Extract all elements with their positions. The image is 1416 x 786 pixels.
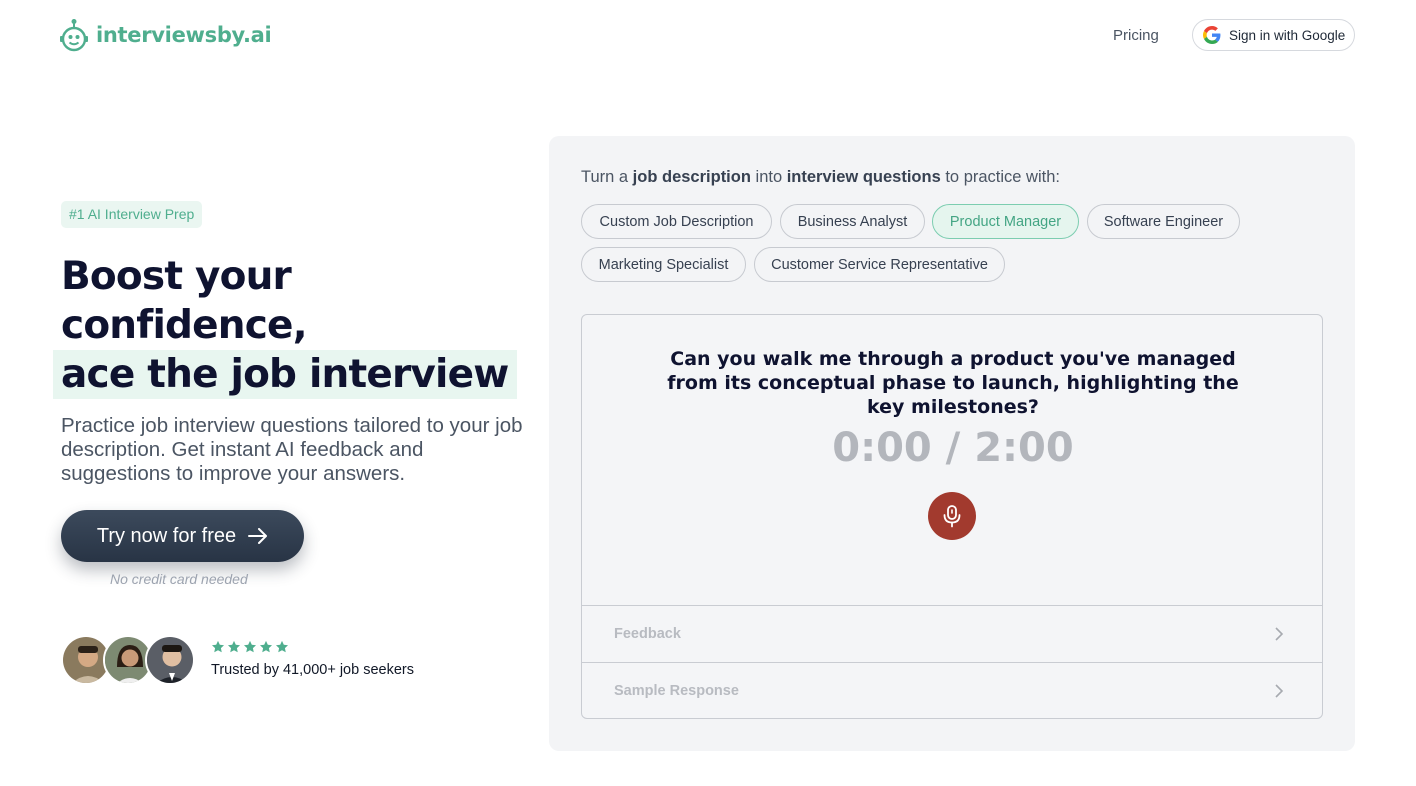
avatar-group xyxy=(61,635,195,685)
headline-line-3-highlight: ace the job interview xyxy=(53,350,517,399)
question-card: Can you walk me through a product you've… xyxy=(581,314,1323,719)
prompt-text: into xyxy=(750,168,787,186)
timer: 0:00 / 2:00 xyxy=(832,425,1074,471)
chevron-right-icon xyxy=(1275,627,1284,641)
feedback-row[interactable]: Feedback xyxy=(582,605,1322,662)
star-icon xyxy=(211,640,225,653)
headline-line-2: confidence, xyxy=(61,303,308,348)
sample-response-row[interactable]: Sample Response xyxy=(582,662,1322,718)
sample-response-label: Sample Response xyxy=(614,683,739,699)
chip-software-engineer[interactable]: Software Engineer xyxy=(1087,204,1240,239)
practice-prompt: Turn a job description into interview qu… xyxy=(581,168,1060,187)
hero-headline: Boost your confidence, ace the job inter… xyxy=(53,252,517,399)
trusted-by-text: Trusted by 41,000+ job seekers xyxy=(211,662,414,678)
chevron-right-icon xyxy=(1275,684,1284,698)
hero-subtext: Practice job interview questions tailore… xyxy=(61,414,523,485)
try-now-label: Try now for free xyxy=(96,524,237,547)
interview-question: Can you walk me through a product you've… xyxy=(667,348,1239,418)
prompt-bold-interview-questions: interview questions xyxy=(786,168,941,186)
chip-business-analyst[interactable]: Business Analyst xyxy=(780,204,925,239)
nav-pricing-link[interactable]: Pricing xyxy=(1113,27,1159,44)
arrow-right-icon xyxy=(248,528,268,544)
prompt-text: Turn a xyxy=(581,168,633,186)
chip-customer-service-representative[interactable]: Customer Service Representative xyxy=(754,247,1005,282)
prompt-text: to practice with: xyxy=(940,168,1060,186)
star-icon xyxy=(275,640,289,653)
record-button[interactable] xyxy=(928,492,976,540)
feedback-label: Feedback xyxy=(614,626,681,642)
microphone-icon xyxy=(943,505,961,528)
google-signin-button[interactable]: Sign in with Google xyxy=(1192,19,1355,51)
robot-logo-icon xyxy=(60,19,88,52)
try-now-button[interactable]: Try now for free xyxy=(61,510,304,562)
top-badge: #1 AI Interview Prep xyxy=(61,201,203,228)
logo[interactable]: interviewsby.ai xyxy=(60,18,272,52)
google-icon xyxy=(1203,26,1221,44)
no-credit-card-note: No credit card needed xyxy=(110,571,248,587)
star-icon xyxy=(243,640,257,653)
star-icon xyxy=(259,640,273,653)
chip-marketing-specialist[interactable]: Marketing Specialist xyxy=(581,247,746,282)
headline-line-1: Boost your xyxy=(61,254,292,299)
avatar xyxy=(145,635,195,685)
prompt-bold-job-description: job description xyxy=(632,168,751,186)
rating-stars xyxy=(211,640,289,654)
chip-custom-job-description[interactable]: Custom Job Description xyxy=(581,204,772,239)
star-icon xyxy=(227,640,241,653)
chip-product-manager[interactable]: Product Manager xyxy=(932,204,1079,239)
google-signin-label: Sign in with Google xyxy=(1229,27,1346,43)
logo-text: interviewsby.ai xyxy=(96,23,272,47)
